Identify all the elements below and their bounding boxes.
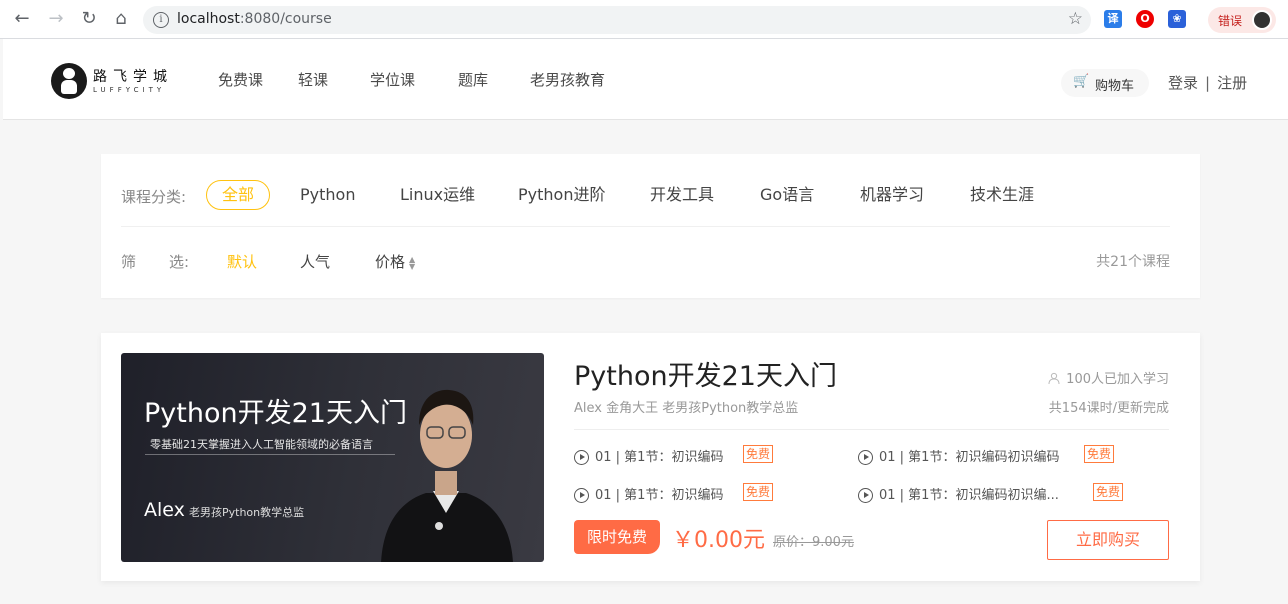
profile-label: 错误: [1218, 14, 1243, 28]
nav-item-light-courses[interactable]: 轻课: [298, 69, 328, 90]
course-title[interactable]: Python开发21天入门: [574, 354, 837, 393]
cart-button[interactable]: 🛒 购物车: [1061, 69, 1149, 97]
lesson-item[interactable]: 01 | 第1节：初识编码: [574, 446, 723, 465]
nav-item-degree-courses[interactable]: 学位课: [370, 69, 415, 90]
nav-item-question-bank[interactable]: 题库: [458, 69, 488, 90]
avatar: [1252, 10, 1272, 30]
lesson-item[interactable]: 01 | 第1节：初识编码: [574, 484, 723, 503]
free-badge: 免费: [1093, 483, 1124, 501]
nav-item-oldboy-edu[interactable]: 老男孩教育: [530, 69, 605, 90]
category-career[interactable]: 技术生涯: [970, 180, 1034, 210]
course-filter-panel: 课程分类: 全部 Python Linux运维 Python进阶 开发工具 Go…: [101, 154, 1200, 298]
reload-icon[interactable]: ↻: [79, 9, 99, 29]
play-icon: [574, 488, 589, 503]
sort-popularity[interactable]: 人气: [300, 251, 330, 272]
free-badge: 免费: [743, 445, 774, 463]
category-label: 课程分类:: [121, 188, 187, 206]
free-badge: 免费: [1084, 445, 1115, 463]
course-card[interactable]: Python开发21天入门 零基础21天掌握进入人工智能领域的必备语言 Alex…: [101, 333, 1200, 581]
home-icon[interactable]: ⌂: [111, 9, 131, 29]
course-count: 共21个课程: [1096, 254, 1170, 270]
url-host: localhost: [177, 11, 240, 27]
auth-separator: |: [1205, 74, 1211, 92]
user-icon: [1048, 372, 1060, 384]
cover-teacher-name: Alex: [144, 499, 185, 521]
sort-arrows-icon: ▲ ▼: [409, 254, 416, 271]
teacher-photo: [381, 389, 513, 562]
sort-label: 筛选:: [121, 253, 190, 271]
profile-error-chip[interactable]: 错误: [1208, 7, 1276, 33]
course-cover-image[interactable]: Python开发21天入门 零基础21天掌握进入人工智能领域的必备语言 Alex…: [121, 353, 544, 562]
paw-extension-icon[interactable]: ❀: [1168, 10, 1186, 28]
site-logo[interactable]: 路飞学城 LUFFYCITY: [51, 63, 181, 101]
cover-teacher-title: 老男孩Python教学总监: [189, 506, 305, 519]
logo-text-cn: 路飞学城: [93, 69, 173, 85]
course-students: 100人已加入学习: [1048, 368, 1169, 387]
sort-price-label: 价格: [375, 253, 406, 271]
opera-extension-icon[interactable]: O: [1136, 10, 1154, 28]
browser-toolbar: ← → ↻ ⌂ i localhost:8080/course ☆ 译 O ❀ …: [0, 0, 1288, 39]
forward-icon[interactable]: →: [46, 9, 66, 29]
cart-icon: 🛒: [1073, 74, 1090, 89]
translate-extension-icon[interactable]: 译: [1104, 10, 1122, 28]
lesson-item[interactable]: 01 | 第1节：初识编码初识编码: [858, 446, 1059, 465]
register-link[interactable]: 注册: [1217, 74, 1247, 92]
category-python-advanced[interactable]: Python进阶: [518, 180, 605, 210]
info-icon[interactable]: i: [153, 12, 169, 28]
buy-now-button[interactable]: 立即购买: [1047, 520, 1169, 560]
course-price: ￥0.00元: [672, 528, 765, 553]
url-text[interactable]: localhost:8080/course: [177, 11, 332, 27]
sort-default[interactable]: 默认: [227, 251, 257, 272]
category-linux[interactable]: Linux运维: [400, 180, 475, 210]
play-icon: [858, 488, 873, 503]
url-path: :8080/course: [239, 11, 332, 27]
site-header: 路飞学城 LUFFYCITY 免费课 轻课 学位课 题库 老男孩教育 🛒 购物车…: [3, 39, 1288, 120]
login-link[interactable]: 登录: [1168, 74, 1198, 92]
category-python[interactable]: Python: [300, 180, 355, 210]
category-dev-tools[interactable]: 开发工具: [650, 180, 714, 210]
logo-text-en: LUFFYCITY: [93, 86, 166, 94]
address-bar[interactable]: i localhost:8080/course ☆: [143, 6, 1091, 34]
sort-price[interactable]: 价格 ▲ ▼: [375, 251, 415, 272]
back-icon[interactable]: ←: [12, 9, 32, 29]
cover-subtitle: 零基础21天掌握进入人工智能领域的必备语言: [150, 438, 373, 451]
nav-item-free-courses[interactable]: 免费课: [218, 69, 263, 90]
play-icon: [858, 450, 873, 465]
filter-divider: [121, 226, 1170, 227]
course-lessons-info: 共154课时/更新完成: [1048, 401, 1169, 416]
category-machine-learning[interactable]: 机器学习: [860, 180, 924, 210]
category-go[interactable]: Go语言: [760, 180, 814, 210]
play-icon: [574, 450, 589, 465]
original-price: 原价：9.00元: [773, 535, 854, 550]
course-divider: [574, 429, 1169, 430]
bookmark-star-icon[interactable]: ☆: [1068, 9, 1083, 29]
course-teacher: Alex 金角大王 老男孩Python教学总监: [574, 401, 799, 416]
cart-label: 购物车: [1095, 79, 1135, 94]
logo-mark-icon: [51, 63, 87, 99]
free-badge: 免费: [743, 483, 774, 501]
cover-title: Python开发21天入门: [144, 398, 407, 429]
category-all[interactable]: 全部: [206, 180, 271, 210]
cover-divider: [145, 454, 395, 455]
limited-free-tag: 限时免费: [574, 520, 660, 554]
auth-links: 登录 | 注册: [1168, 72, 1247, 93]
lesson-item[interactable]: 01 | 第1节：初识编码初识编...: [858, 484, 1059, 503]
